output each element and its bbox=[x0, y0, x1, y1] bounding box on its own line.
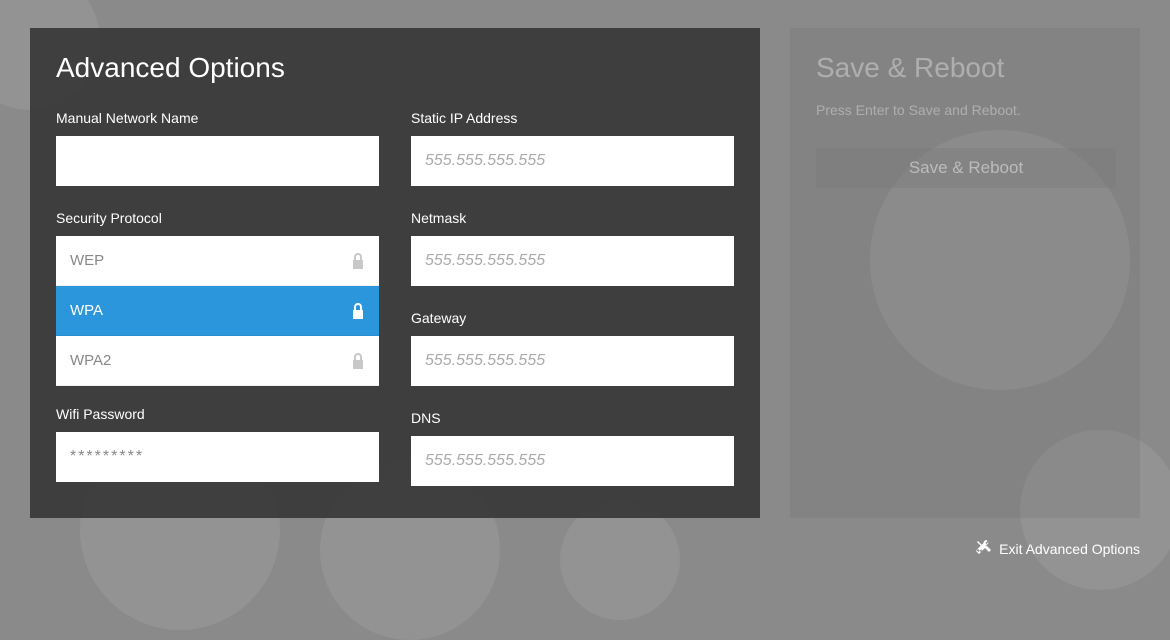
save-reboot-title: Save & Reboot bbox=[816, 52, 1114, 84]
netmask-input[interactable] bbox=[411, 236, 734, 286]
exit-advanced-options-button[interactable]: Exit Advanced Options bbox=[975, 539, 1140, 558]
gateway-input[interactable] bbox=[411, 336, 734, 386]
advanced-options-panel: Advanced Options Manual Network Name Sec… bbox=[30, 28, 760, 518]
tools-icon bbox=[975, 539, 991, 558]
protocol-option-wpa2[interactable]: WPA2 bbox=[56, 336, 379, 386]
wifi-password-label: Wifi Password bbox=[56, 406, 379, 422]
save-reboot-panel: Save & Reboot Press Enter to Save and Re… bbox=[790, 28, 1140, 518]
column-left: Manual Network Name Security Protocol WE… bbox=[56, 106, 379, 506]
exit-label: Exit Advanced Options bbox=[999, 541, 1140, 557]
protocol-option-wpa[interactable]: WPA bbox=[56, 286, 379, 336]
static-ip-label: Static IP Address bbox=[411, 110, 734, 126]
column-right: Static IP Address Netmask Gateway DNS bbox=[411, 106, 734, 506]
lock-icon bbox=[351, 302, 365, 320]
lock-icon bbox=[351, 352, 365, 370]
wifi-password-input[interactable] bbox=[56, 432, 379, 482]
save-reboot-subtitle: Press Enter to Save and Reboot. bbox=[816, 102, 1114, 118]
protocol-label: WPA2 bbox=[70, 352, 111, 369]
gateway-label: Gateway bbox=[411, 310, 734, 326]
netmask-label: Netmask bbox=[411, 210, 734, 226]
lock-icon bbox=[351, 252, 365, 270]
security-protocol-list: WEP WPA WPA2 bbox=[56, 236, 379, 386]
save-reboot-button[interactable]: Save & Reboot bbox=[816, 148, 1116, 188]
network-name-input[interactable] bbox=[56, 136, 379, 186]
dns-label: DNS bbox=[411, 410, 734, 426]
protocol-label: WPA bbox=[70, 302, 103, 319]
protocol-option-wep[interactable]: WEP bbox=[56, 236, 379, 286]
network-name-label: Manual Network Name bbox=[56, 110, 379, 126]
protocol-label: WEP bbox=[70, 252, 104, 269]
security-protocol-label: Security Protocol bbox=[56, 210, 379, 226]
advanced-options-title: Advanced Options bbox=[56, 52, 734, 84]
static-ip-input[interactable] bbox=[411, 136, 734, 186]
dns-input[interactable] bbox=[411, 436, 734, 486]
